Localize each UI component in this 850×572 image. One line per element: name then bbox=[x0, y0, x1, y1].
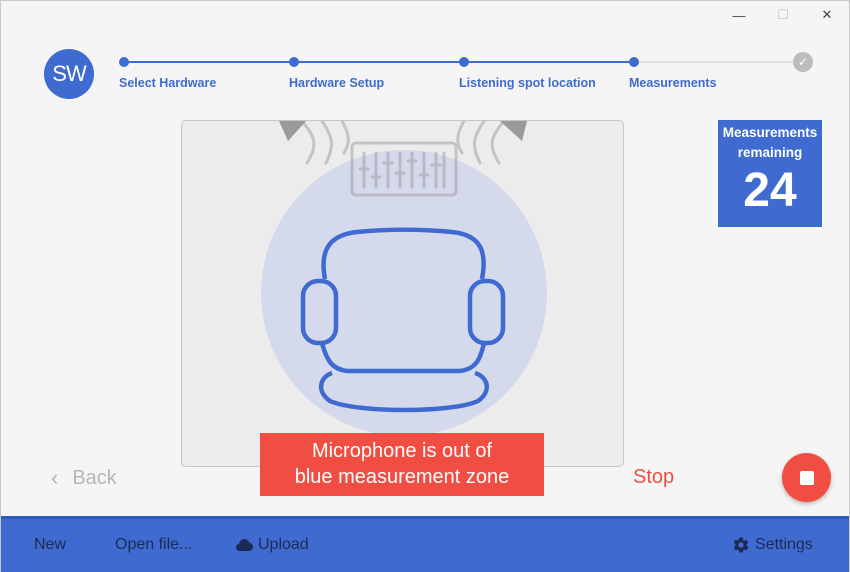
close-button[interactable]: ✕ bbox=[805, 1, 849, 29]
upload-label: Upload bbox=[258, 536, 309, 553]
progress-stepper: Select Hardware Hardware Setup Listening… bbox=[119, 52, 819, 97]
new-button[interactable]: New bbox=[34, 536, 66, 554]
settings-label: Settings bbox=[755, 536, 813, 553]
step-label-listening-spot: Listening spot location bbox=[459, 76, 596, 90]
cloud-icon bbox=[236, 539, 253, 551]
left-speaker-icon bbox=[279, 121, 306, 141]
stop-link[interactable]: Stop bbox=[633, 466, 674, 489]
step-dot-hardware-setup bbox=[289, 57, 299, 67]
window-controls: — ☐ ✕ bbox=[717, 1, 849, 29]
room-diagram bbox=[261, 121, 547, 436]
measurements-remaining-label: Measurements remaining bbox=[722, 125, 818, 160]
maximize-button[interactable]: ☐ bbox=[761, 1, 805, 29]
step-dot-select-hardware bbox=[119, 57, 129, 67]
bottom-toolbar: New Open file... Upload Settings bbox=[1, 516, 849, 572]
microphone-position-alert: Microphone is out of blue measurement zo… bbox=[260, 433, 544, 496]
new-label: New bbox=[34, 536, 67, 553]
app-logo: SW bbox=[44, 49, 94, 99]
stop-icon bbox=[799, 470, 814, 485]
settings-button[interactable]: Settings bbox=[732, 536, 813, 554]
open-file-button[interactable]: Open file... bbox=[115, 536, 192, 554]
stepper-line-pending bbox=[634, 61, 802, 63]
step-final-check-icon: ✓ bbox=[793, 52, 813, 72]
step-label-measurements: Measurements bbox=[629, 76, 717, 90]
alert-line-2: blue measurement zone bbox=[294, 466, 510, 488]
gear-icon bbox=[732, 536, 750, 554]
right-speaker-icon bbox=[500, 121, 527, 141]
chevron-left-icon: ‹ bbox=[51, 465, 59, 490]
stepper-line-complete bbox=[124, 61, 634, 63]
step-label-select-hardware: Select Hardware bbox=[119, 76, 217, 90]
step-dot-listening-spot bbox=[459, 57, 469, 67]
measurements-remaining-panel: Measurements remaining 24 bbox=[718, 120, 822, 227]
step-dot-measurements bbox=[629, 57, 639, 67]
stop-button[interactable] bbox=[782, 453, 831, 502]
minimize-button[interactable]: — bbox=[717, 1, 761, 29]
upload-button[interactable]: Upload bbox=[236, 536, 309, 554]
step-label-hardware-setup: Hardware Setup bbox=[289, 76, 385, 90]
back-label: Back bbox=[72, 466, 117, 489]
open-file-label: Open file... bbox=[115, 536, 193, 553]
alert-line-1: Microphone is out of bbox=[311, 440, 493, 462]
listening-position-canvas bbox=[181, 120, 624, 467]
measurements-remaining-count: 24 bbox=[743, 164, 797, 217]
back-button[interactable]: ‹ Back bbox=[51, 465, 117, 491]
